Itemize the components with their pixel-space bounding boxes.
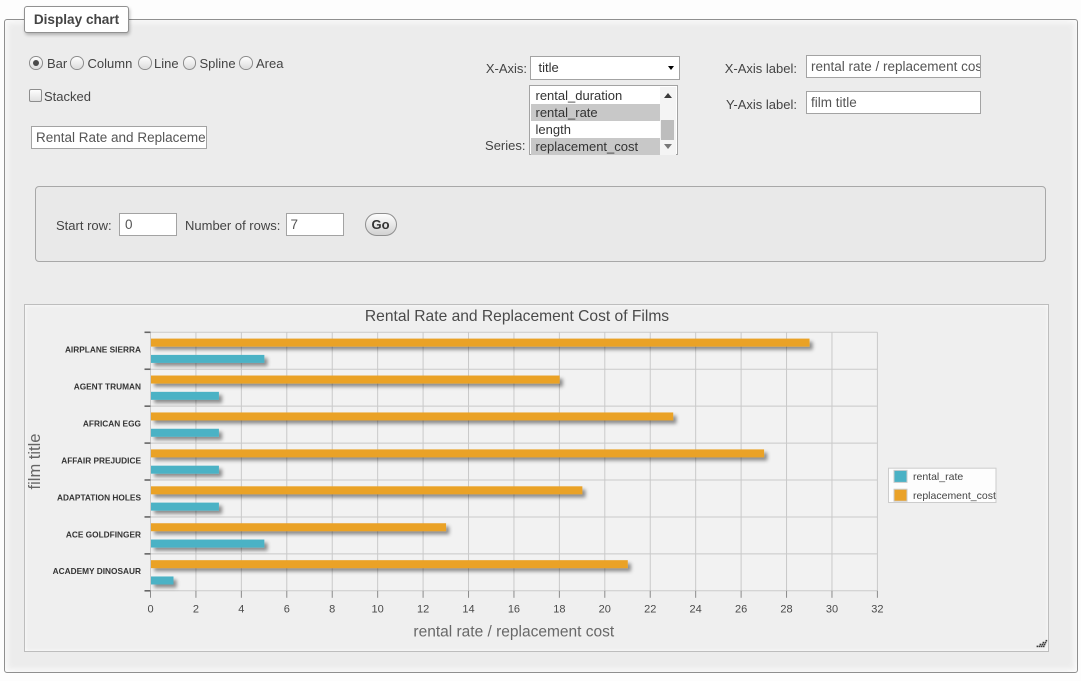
svg-text:film title: film title (26, 434, 44, 490)
svg-text:0: 0 (147, 603, 153, 615)
svg-text:ACE GOLDFINGER: ACE GOLDFINGER (66, 529, 141, 539)
svg-text:16: 16 (508, 603, 520, 615)
svg-text:24: 24 (690, 603, 702, 615)
svg-text:8: 8 (329, 603, 335, 615)
svg-text:18: 18 (553, 603, 565, 615)
svg-text:2: 2 (193, 603, 199, 615)
svg-text:AIRPLANE SIERRA: AIRPLANE SIERRA (65, 345, 141, 355)
svg-text:32: 32 (871, 603, 883, 615)
svg-text:14: 14 (462, 603, 474, 615)
svg-text:rental rate / replacement cost: rental rate / replacement cost (413, 623, 614, 640)
svg-text:Rental Rate and Replacement Co: Rental Rate and Replacement Cost of Film… (365, 308, 669, 325)
svg-text:rental_rate: rental_rate (913, 471, 963, 483)
svg-text:28: 28 (780, 603, 792, 615)
svg-text:4: 4 (238, 603, 244, 615)
svg-text:ACADEMY DINOSAUR: ACADEMY DINOSAUR (53, 566, 141, 576)
svg-text:AFRICAN EGG: AFRICAN EGG (83, 419, 141, 429)
svg-text:6: 6 (284, 603, 290, 615)
svg-text:replacement_cost: replacement_cost (913, 490, 996, 502)
svg-text:10: 10 (372, 603, 384, 615)
svg-text:12: 12 (417, 603, 429, 615)
svg-text:26: 26 (735, 603, 747, 615)
svg-text:30: 30 (826, 603, 838, 615)
svg-text:20: 20 (599, 603, 611, 615)
svg-text:ADAPTATION HOLES: ADAPTATION HOLES (57, 492, 142, 502)
svg-text:22: 22 (644, 603, 656, 615)
svg-text:AFFAIR PREJUDICE: AFFAIR PREJUDICE (61, 455, 141, 465)
svg-text:AGENT TRUMAN: AGENT TRUMAN (74, 382, 141, 392)
